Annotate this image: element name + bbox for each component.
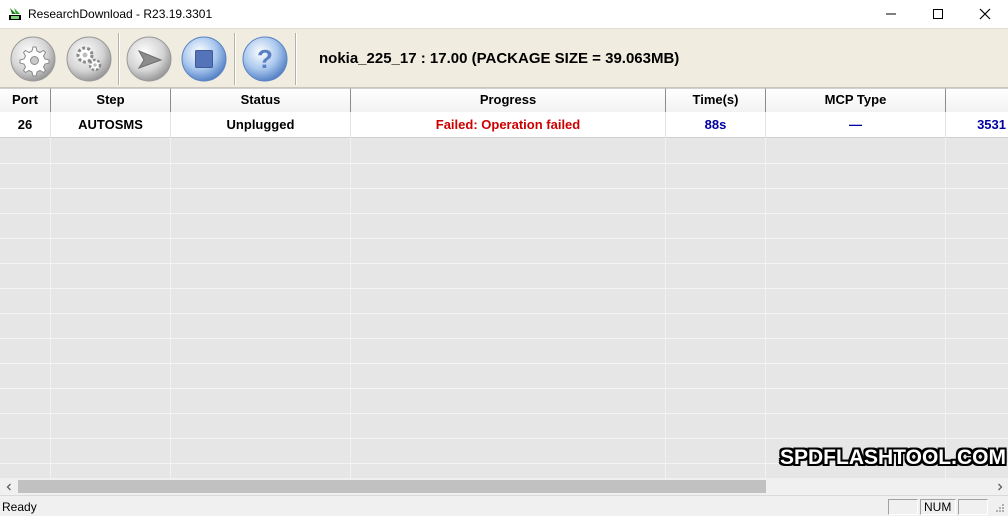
gear-icon <box>10 36 56 82</box>
start-download-button[interactable] <box>125 35 173 83</box>
step-cell: AUTOSMS <box>51 112 171 138</box>
column-header-progress[interactable]: Progress <box>351 88 666 112</box>
time-cell: 88s <box>666 112 766 138</box>
minimize-button[interactable] <box>868 0 914 28</box>
grid-line <box>0 388 1008 389</box>
column-header-status[interactable]: Status <box>171 88 351 112</box>
grid-line <box>0 413 1008 414</box>
grid-line <box>0 363 1008 364</box>
maximize-icon <box>933 9 943 19</box>
package-info: nokia_225_17 : 17.00 (PACKAGE SIZE = 39.… <box>319 50 680 67</box>
column-header-port[interactable]: Port <box>0 88 51 112</box>
scroll-left-button[interactable] <box>0 478 17 495</box>
grid-line <box>0 213 1008 214</box>
status-pane-caps <box>888 499 918 515</box>
table-row[interactable]: 26 AUTOSMS Unplugged Failed: Operation f… <box>0 112 1008 138</box>
grid-line <box>765 138 766 478</box>
window-title: ResearchDownload - R23.19.3301 <box>28 7 213 21</box>
grid-line <box>0 438 1008 439</box>
mcp-type-cell: — <box>766 112 946 138</box>
grid-line <box>0 288 1008 289</box>
column-header-row: Port Step Status Progress Time(s) MCP Ty… <box>0 88 1008 112</box>
toolbar-separator <box>234 33 236 85</box>
question-icon: ? <box>242 36 288 82</box>
port-cell: 26 <box>0 112 51 138</box>
close-icon <box>979 8 991 20</box>
chevron-right-icon <box>997 483 1002 490</box>
gears-icon <box>66 36 112 82</box>
grid-line <box>0 238 1008 239</box>
grid-line <box>665 138 666 478</box>
horizontal-scrollbar[interactable] <box>0 478 1008 495</box>
help-button[interactable]: ? <box>241 35 289 83</box>
close-button[interactable] <box>962 0 1008 28</box>
chevron-left-icon <box>6 483 11 490</box>
extra-cell: 3531 <box>977 117 1006 132</box>
stop-icon <box>181 36 227 82</box>
stop-download-button[interactable] <box>180 35 228 83</box>
maximize-button[interactable] <box>915 0 961 28</box>
toolbar-separator <box>118 33 120 85</box>
scroll-right-button[interactable] <box>991 478 1008 495</box>
grid-line <box>945 138 946 478</box>
column-header-mcp-type[interactable]: MCP Type <box>766 88 946 112</box>
grid-line <box>0 163 1008 164</box>
grid-line <box>0 188 1008 189</box>
grid-line <box>0 338 1008 339</box>
svg-text:?: ? <box>257 44 273 74</box>
toolbar: ? nokia_225_17 : 17.00 (PACKAGE SIZE = 3… <box>0 28 1008 88</box>
grid-line <box>0 313 1008 314</box>
port-list[interactable]: Port Step Status Progress Time(s) MCP Ty… <box>0 88 1008 478</box>
status-pane-scroll <box>958 499 988 515</box>
minimize-icon <box>886 13 896 15</box>
play-icon <box>126 36 172 82</box>
progress-cell: Failed: Operation failed <box>351 112 666 138</box>
watermark: SPDFLASHTOOL.COM <box>780 446 1006 469</box>
grid-line <box>350 138 351 478</box>
load-packet-button[interactable] <box>9 35 57 83</box>
status-bar: Ready NUM <box>0 495 1008 516</box>
column-header-time[interactable]: Time(s) <box>666 88 766 112</box>
column-header-step[interactable]: Step <box>51 88 171 112</box>
app-icon <box>9 8 21 20</box>
status-cell: Unplugged <box>171 112 351 138</box>
resize-grip-icon[interactable] <box>993 501 1005 513</box>
column-header-extra[interactable] <box>946 88 1008 112</box>
settings-button[interactable] <box>65 35 113 83</box>
status-text: Ready <box>2 500 37 514</box>
grid-line <box>170 138 171 478</box>
scrollbar-thumb[interactable] <box>18 480 766 493</box>
status-pane-num: NUM <box>920 499 956 515</box>
grid-line <box>0 263 1008 264</box>
title-bar: ResearchDownload - R23.19.3301 <box>0 0 1008 28</box>
grid-line <box>50 138 51 478</box>
toolbar-separator <box>295 33 297 85</box>
